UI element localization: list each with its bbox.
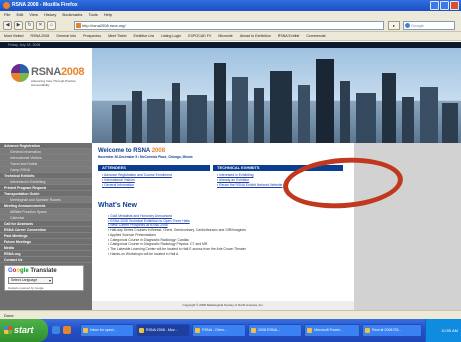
windows-taskbar: start Inbox for speci... RSNA 2008 - Moz… bbox=[0, 319, 461, 342]
menu-view[interactable]: View bbox=[29, 11, 38, 19]
taskbar-window-button[interactable]: RSNA 2008 - Moz... bbox=[136, 324, 190, 337]
translate-powered-by[interactable]: Gadgets powered by Google bbox=[8, 286, 44, 290]
minimize-button[interactable] bbox=[430, 1, 439, 10]
logo-text: RSNA2008 bbox=[31, 66, 85, 78]
go-button[interactable]: ▸ bbox=[388, 21, 400, 30]
back-button[interactable]: ◀ bbox=[3, 21, 12, 30]
menu-edit[interactable]: Edit bbox=[16, 11, 23, 19]
attendees-links: Advance Registration and Course Enrollme… bbox=[102, 173, 172, 188]
bookmark-item[interactable]: Meet Ticket bbox=[108, 32, 126, 40]
menu-bar: File Edit View History Bookmarks Tools H… bbox=[0, 11, 461, 19]
site-hero: RSNA2008 Advancing Care Through Practice… bbox=[0, 48, 461, 143]
start-button[interactable]: start bbox=[0, 319, 48, 342]
forward-button[interactable]: ▶ bbox=[14, 21, 23, 30]
google-translate-widget: Google Translate Select Language Gadgets… bbox=[4, 265, 84, 291]
meeting-dates: November 30-December 5 ▪ McCormick Place… bbox=[98, 155, 193, 159]
attendees-header: ATTENDEES bbox=[98, 165, 210, 171]
maximize-button[interactable] bbox=[440, 1, 449, 10]
search-placeholder: Google bbox=[411, 23, 424, 28]
google-translate-logo: Google Translate bbox=[8, 268, 57, 274]
bookmark-item[interactable]: RSNA Exhibit bbox=[278, 32, 300, 40]
logo-tagline: Advancing Care Through Practice Accounta… bbox=[31, 79, 76, 87]
status-text: Done bbox=[4, 313, 14, 318]
bookmark-item[interactable]: Most Visited bbox=[4, 32, 24, 40]
header-date: Friday, July 18, 2008 bbox=[8, 43, 41, 47]
windows-flag-icon bbox=[4, 326, 12, 334]
taskbar-window-button[interactable]: Inbox for speci... bbox=[80, 324, 134, 337]
window-controls bbox=[430, 1, 459, 10]
system-tray: 10:55 AM bbox=[425, 319, 461, 342]
bookmark-item[interactable]: Microsite bbox=[218, 32, 232, 40]
language-select[interactable]: Select Language bbox=[8, 277, 53, 284]
site-logo[interactable]: RSNA2008 Advancing Care Through Practice… bbox=[8, 58, 85, 108]
rsna-logo-icon bbox=[11, 64, 29, 82]
taskbar-window-button[interactable]: 2008 RSNA... bbox=[248, 324, 302, 337]
bookmark-item[interactable]: Exhibitor List bbox=[133, 32, 154, 40]
search-input[interactable]: Google bbox=[403, 21, 455, 30]
app-icon bbox=[365, 328, 370, 333]
exhibit-link[interactable]: Reuse the RSNA Exhibit Network Website bbox=[217, 183, 282, 188]
exhibits-links: Interested in Exhibiting Already an Exhi… bbox=[217, 173, 282, 188]
taskbar-window-button[interactable]: Microsoft Power... bbox=[304, 324, 360, 337]
news-list: Gold Medalists and Honorary Announced RS… bbox=[108, 214, 246, 256]
close-button[interactable] bbox=[450, 1, 459, 10]
bookmark-item[interactable]: Listing Login bbox=[161, 32, 181, 40]
navigation-toolbar: ◀ ▶ ↻ ✕ ⌂ http://rsna2008.rsna.org/ ▸ Go… bbox=[0, 19, 461, 32]
bookmark-item[interactable]: General Info bbox=[56, 32, 76, 40]
page-title: Welcome to RSNA 2008 bbox=[98, 148, 166, 154]
menu-tools[interactable]: Tools bbox=[88, 11, 97, 19]
bookmark-item[interactable]: Prospectus bbox=[83, 32, 101, 40]
bookmark-item[interactable]: Commercial bbox=[306, 32, 325, 40]
ie-icon[interactable] bbox=[52, 326, 60, 334]
whats-new-heading: What's New bbox=[98, 202, 138, 209]
start-label: start bbox=[14, 325, 34, 335]
site-favicon-icon bbox=[76, 23, 81, 28]
clock[interactable]: 10:55 AM bbox=[441, 328, 458, 333]
address-bar[interactable]: http://rsna2008.rsna.org/ bbox=[74, 21, 384, 30]
home-button[interactable]: ⌂ bbox=[47, 21, 56, 30]
app-icon bbox=[251, 328, 256, 333]
taskbar-window-button[interactable]: RSNA - Orien... bbox=[192, 324, 246, 337]
status-bar: Done bbox=[0, 310, 461, 319]
address-url: http://rsna2008.rsna.org/ bbox=[82, 23, 126, 28]
app-icon bbox=[195, 328, 200, 333]
reload-button[interactable]: ↻ bbox=[25, 21, 34, 30]
menu-bookmarks[interactable]: Bookmarks bbox=[62, 11, 82, 19]
google-search-icon bbox=[405, 23, 410, 28]
window-title: RSNA 2008 - Mozilla Firefox bbox=[12, 2, 78, 8]
app-icon bbox=[83, 328, 88, 333]
menu-file[interactable]: File bbox=[4, 11, 10, 19]
window-titlebar: RSNA 2008 - Mozilla Firefox bbox=[0, 0, 461, 11]
bookmarks-toolbar: Most Visited RSNA 2008 General Info Pros… bbox=[0, 32, 461, 41]
taskbar-window-button[interactable]: Recruit 2008 RS... bbox=[362, 324, 422, 337]
firefox-icon bbox=[3, 2, 10, 9]
menu-help[interactable]: Help bbox=[104, 11, 112, 19]
sidebar-item[interactable]: Contact Us bbox=[0, 257, 92, 263]
bookmark-item[interactable]: Ahead to Exhibition bbox=[240, 32, 271, 40]
site-sidebar-nav: Advance Registration General Information… bbox=[0, 143, 92, 310]
quick-launch bbox=[52, 326, 71, 334]
site-footer: Copyright © 2008 Radiological Society of… bbox=[92, 301, 354, 310]
app-icon bbox=[139, 328, 144, 333]
menu-history[interactable]: History bbox=[44, 11, 56, 19]
news-item: The Lakeside Learning Center will be loc… bbox=[108, 247, 246, 252]
bookmark-item[interactable]: RSNA 2008 bbox=[31, 32, 50, 40]
bookmark-item[interactable]: EXPOCAD FX bbox=[188, 32, 211, 40]
attendee-link[interactable]: General Information bbox=[102, 183, 172, 188]
news-item: Hands-on Workshops will be located in Ha… bbox=[108, 252, 246, 257]
chicago-skyline-image bbox=[92, 48, 461, 143]
app-icon bbox=[307, 328, 312, 333]
firefox-quicklaunch-icon[interactable] bbox=[63, 326, 71, 334]
stop-button[interactable]: ✕ bbox=[36, 21, 45, 30]
